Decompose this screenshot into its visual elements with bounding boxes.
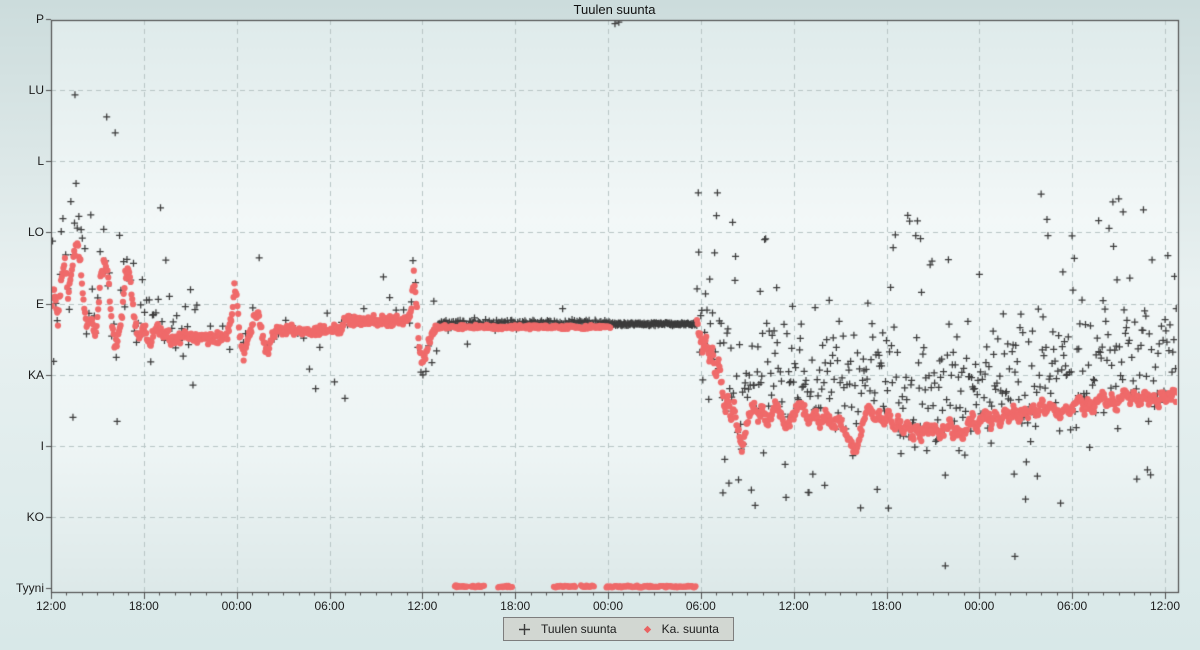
y-tick-label-ka: KA	[27, 367, 44, 382]
x-tick-label: 12:00	[407, 599, 438, 613]
x-tick-label: 18:00	[128, 599, 159, 613]
x-tick-label: 12:00	[1149, 599, 1181, 613]
y-tick-label-ko: KO	[26, 509, 44, 524]
x-tick-label: 06:00	[685, 599, 716, 613]
x-tick-label: 00:00	[592, 599, 624, 613]
wind-direction-chart-page: Tuulen suunta P LU L LO E KA I KO Tyyni 12:00 18:…	[0, 0, 1200, 650]
legend: Tuulen suunta Ka. suunta	[503, 617, 734, 641]
x-tick-label: 06:00	[314, 599, 345, 613]
x-tick-label: 00:00	[964, 599, 995, 613]
y-tick-label-i: I	[40, 438, 44, 453]
legend-item-wind-direction: Tuulen suunta	[518, 622, 617, 636]
y-tick-label-tyyni: Tyyni	[15, 581, 44, 595]
plus-marker-icon	[519, 623, 530, 635]
x-tick-label: 12:00	[778, 599, 809, 613]
x-tick-label: 06:00	[1057, 599, 1088, 613]
y-tick-label-l: L	[37, 154, 44, 169]
legend-item-average-direction: Ka. suunta	[643, 622, 719, 636]
plot-canvas	[0, 0, 1200, 650]
diamond-marker-icon	[643, 625, 651, 633]
y-tick-label-e: E	[35, 296, 44, 311]
x-tick-label: 18:00	[500, 599, 531, 613]
legend-label: Ka. suunta	[661, 622, 719, 636]
x-tick-label: 00:00	[221, 599, 252, 613]
legend-label: Tuulen suunta	[541, 622, 617, 636]
x-tick-label: 12:00	[35, 599, 67, 613]
y-tick-label-lu: LU	[28, 83, 44, 98]
y-tick-label-lo: LO	[27, 225, 44, 240]
x-tick-label: 18:00	[871, 599, 902, 613]
y-tick-label-p: P	[35, 12, 44, 26]
